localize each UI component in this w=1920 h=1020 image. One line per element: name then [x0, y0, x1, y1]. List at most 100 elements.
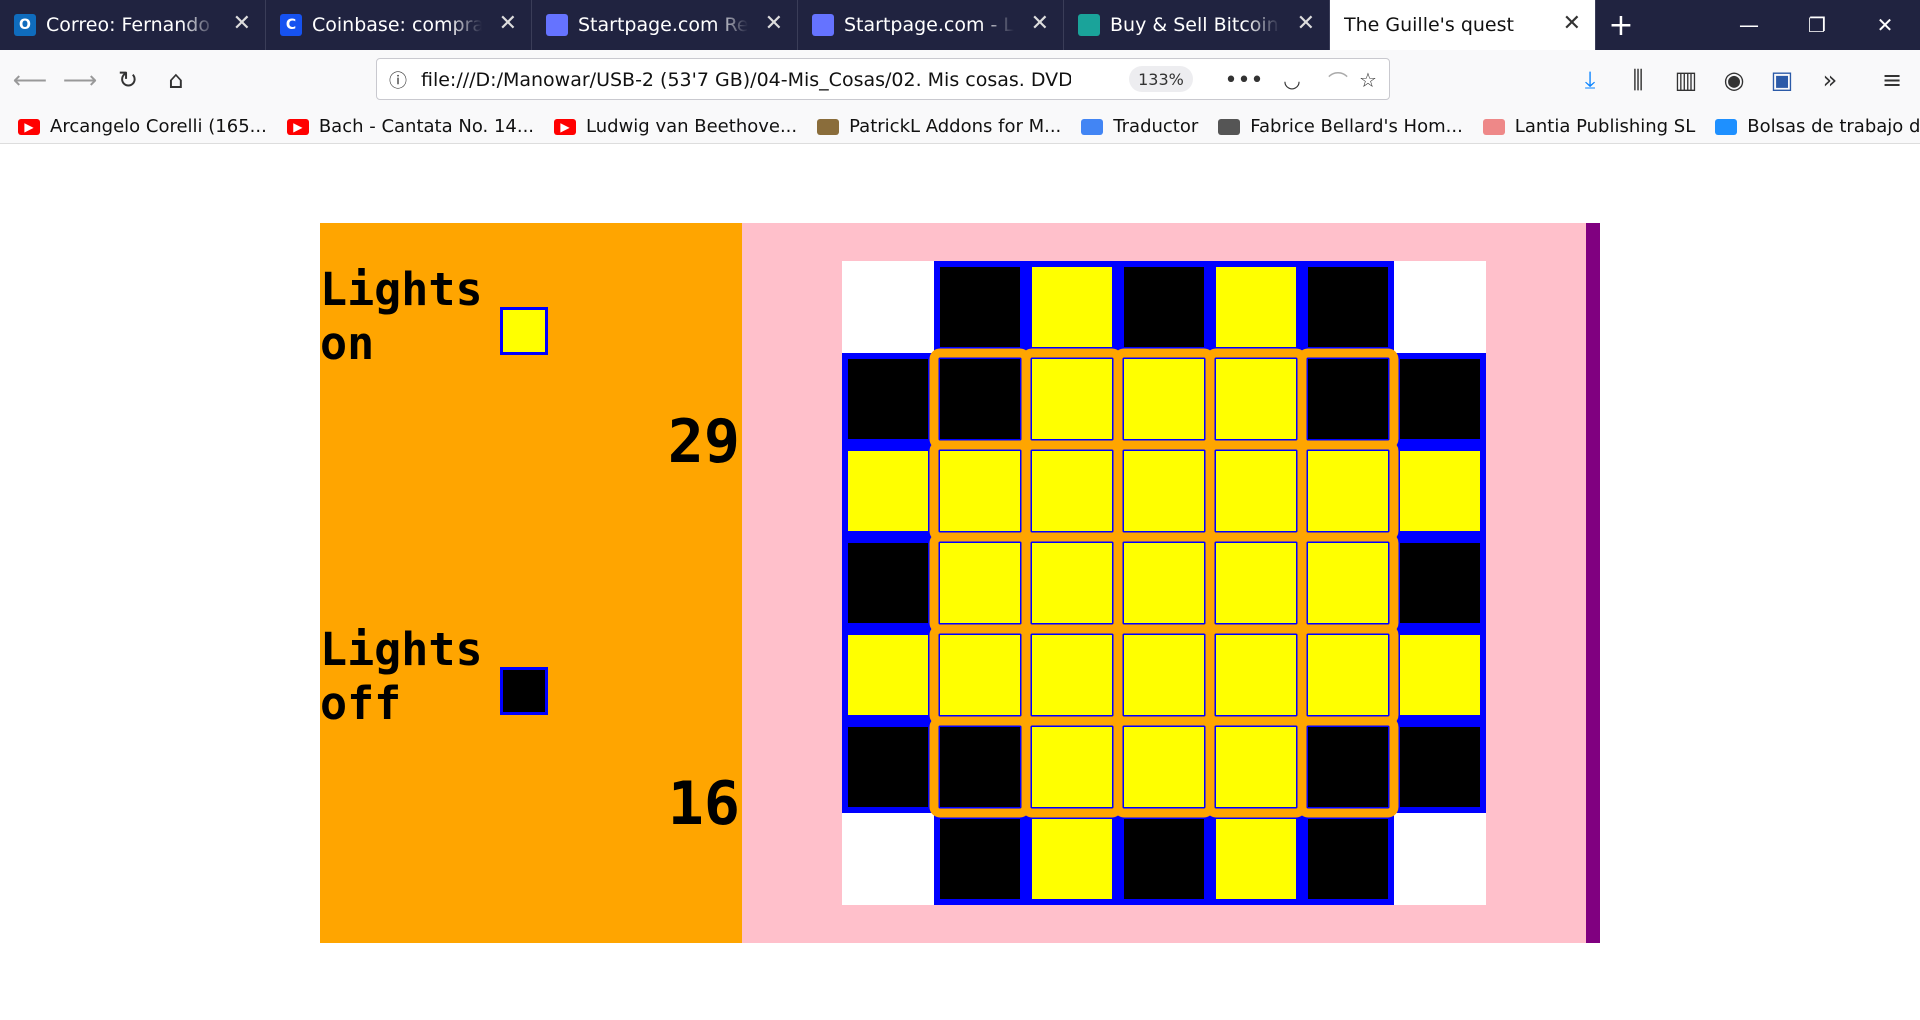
close-tab-icon[interactable]: ✕	[499, 13, 517, 35]
light-off-cell[interactable]	[1308, 359, 1388, 439]
new-tab-button[interactable]: +	[1596, 0, 1646, 50]
light-off-cell[interactable]	[848, 727, 928, 807]
bookmark-item[interactable]: Traductor	[1081, 116, 1198, 137]
light-on-cell[interactable]	[1124, 543, 1204, 623]
close-tab-icon[interactable]: ✕	[1563, 13, 1581, 35]
url-bar[interactable]: ⓘ file:///D:/Manowar/USB-2 (53'7 GB)/04-…	[376, 58, 1390, 100]
light-on-cell[interactable]	[1032, 451, 1112, 531]
light-on-cell[interactable]	[940, 635, 1020, 715]
startpage-icon	[812, 14, 834, 36]
light-off-cell[interactable]	[1400, 727, 1480, 807]
reader-icon[interactable]: ⌒	[1323, 65, 1353, 95]
tab[interactable]: C Coinbase: comprar y v ✕	[266, 0, 532, 50]
lantia-icon	[1482, 118, 1505, 135]
library-icon[interactable]: ⫼	[1620, 62, 1656, 98]
light-on-cell[interactable]	[1216, 451, 1296, 531]
home-button[interactable]: ⌂	[158, 62, 194, 98]
light-off-cell[interactable]	[848, 359, 928, 439]
light-on-cell[interactable]	[940, 543, 1020, 623]
bookmark-item[interactable]: ▶ Arcangelo Corelli (165...	[18, 116, 267, 137]
tab[interactable]: Buy & Sell Bitcoin CFD ✕	[1064, 0, 1330, 50]
close-tab-icon[interactable]: ✕	[233, 13, 251, 35]
reload-button[interactable]: ↻	[110, 62, 146, 98]
light-off-cell[interactable]	[1124, 267, 1204, 347]
tab[interactable]: Startpage.com - La he ✕	[798, 0, 1064, 50]
bookmark-item[interactable]: Fabrice Bellard's Hom...	[1218, 116, 1463, 137]
tab-title: Correo: Fernando M -	[46, 14, 216, 36]
light-on-cell[interactable]	[848, 635, 928, 715]
save-icon[interactable]: ▣	[1764, 62, 1800, 98]
tab[interactable]: O Correo: Fernando M - ✕	[0, 0, 266, 50]
light-on-cell[interactable]	[848, 451, 928, 531]
close-window-button[interactable]: ✕	[1850, 0, 1920, 50]
youtube-icon: ▶	[554, 118, 577, 135]
light-on-cell[interactable]	[1124, 727, 1204, 807]
bookmark-star-icon[interactable]: ☆	[1353, 65, 1383, 95]
tab-title: The Guille's question	[1344, 14, 1514, 36]
light-off-cell[interactable]	[1308, 267, 1388, 347]
light-on-cell[interactable]	[1216, 359, 1296, 439]
light-on-cell[interactable]	[1400, 635, 1480, 715]
light-on-cell[interactable]	[1032, 543, 1112, 623]
overflow-icon[interactable]: »	[1812, 62, 1848, 98]
light-on-cell[interactable]	[940, 451, 1020, 531]
bookmark-item[interactable]: ▶ Bach - Cantata No. 14...	[286, 116, 534, 137]
light-on-cell[interactable]	[1216, 635, 1296, 715]
url-text[interactable]: file:///D:/Manowar/USB-2 (53'7 GB)/04-Mi…	[421, 69, 1071, 91]
bookmark-item[interactable]: PatrickL Addons for M...	[817, 116, 1061, 137]
globe-icon	[1218, 118, 1241, 135]
bookmark-item[interactable]: Lantia Publishing SL	[1482, 116, 1695, 137]
light-off-cell[interactable]	[848, 543, 928, 623]
close-tab-icon[interactable]: ✕	[1297, 13, 1315, 35]
light-off-cell[interactable]	[940, 727, 1020, 807]
light-off-cell[interactable]	[940, 819, 1020, 899]
light-off-cell[interactable]	[940, 267, 1020, 347]
light-off-cell[interactable]	[940, 359, 1020, 439]
light-off-cell[interactable]	[1124, 819, 1204, 899]
light-off-cell[interactable]	[1308, 819, 1388, 899]
tab-title: Startpage.com Resulta	[578, 14, 748, 36]
light-off-cell[interactable]	[1308, 727, 1388, 807]
close-tab-icon[interactable]: ✕	[765, 13, 783, 35]
account-icon[interactable]: ◉	[1716, 62, 1752, 98]
light-on-cell[interactable]	[1032, 727, 1112, 807]
page-actions-icon[interactable]: •••	[1225, 65, 1264, 95]
light-on-cell[interactable]	[1400, 451, 1480, 531]
tab[interactable]: Startpage.com Resulta ✕	[532, 0, 798, 50]
light-on-cell[interactable]	[1216, 819, 1296, 899]
trading-icon	[1078, 14, 1100, 36]
menu-icon[interactable]: ≡	[1874, 62, 1910, 98]
bookmark-item[interactable]: ▶ Ludwig van Beethove...	[554, 116, 797, 137]
light-on-cell[interactable]	[1124, 635, 1204, 715]
arc-icon	[1715, 118, 1738, 135]
bookmark-label: Bolsas de trabajo de l...	[1747, 116, 1920, 137]
tab-bar: O Correo: Fernando M - ✕ C Coinbase: compra…	[0, 0, 1920, 50]
light-on-cell[interactable]	[1216, 727, 1296, 807]
info-icon[interactable]: ⓘ	[383, 65, 413, 95]
light-on-cell[interactable]	[1124, 451, 1204, 531]
restore-button[interactable]: ❐	[1782, 0, 1852, 50]
light-on-cell[interactable]	[1032, 359, 1112, 439]
light-on-cell[interactable]	[1216, 543, 1296, 623]
sidebar-icon[interactable]: ▥	[1668, 62, 1704, 98]
minimize-button[interactable]: —	[1714, 0, 1784, 50]
back-button[interactable]: ⟵	[12, 62, 48, 98]
pocket-icon[interactable]: ◡	[1277, 65, 1307, 95]
light-on-cell[interactable]	[1308, 635, 1388, 715]
light-on-cell[interactable]	[1032, 635, 1112, 715]
light-on-cell[interactable]	[1308, 451, 1388, 531]
light-off-cell[interactable]	[1400, 543, 1480, 623]
light-on-cell[interactable]	[1308, 543, 1388, 623]
download-icon[interactable]: ⤓	[1572, 62, 1608, 98]
close-tab-icon[interactable]: ✕	[1031, 13, 1049, 35]
bookmark-item[interactable]: Bolsas de trabajo de l...	[1715, 116, 1920, 137]
light-on-cell[interactable]	[1216, 267, 1296, 347]
light-off-cell[interactable]	[1400, 359, 1480, 439]
forward-button[interactable]: ⟶	[62, 62, 98, 98]
tab[interactable]: The Guille's question ✕	[1330, 0, 1596, 50]
light-on-cell[interactable]	[1032, 819, 1112, 899]
lights-on-count: 29	[667, 407, 740, 477]
zoom-level[interactable]: 133%	[1129, 66, 1193, 92]
light-on-cell[interactable]	[1032, 267, 1112, 347]
light-on-cell[interactable]	[1124, 359, 1204, 439]
